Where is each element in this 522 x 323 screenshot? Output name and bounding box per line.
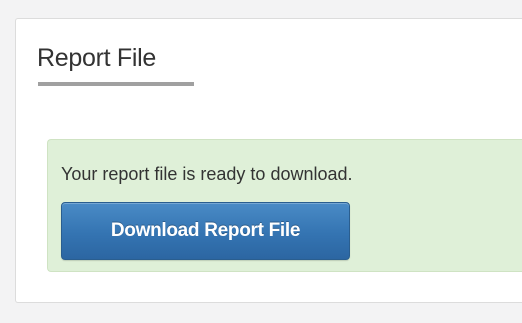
success-alert: Your report file is ready to download. D… (47, 139, 522, 272)
download-report-button[interactable]: Download Report File (61, 202, 350, 260)
alert-message: Your report file is ready to download. (61, 164, 353, 184)
report-file-panel: Report File Your report file is ready to… (15, 18, 522, 303)
panel-title: Report File (37, 44, 156, 72)
title-underline (38, 82, 194, 86)
